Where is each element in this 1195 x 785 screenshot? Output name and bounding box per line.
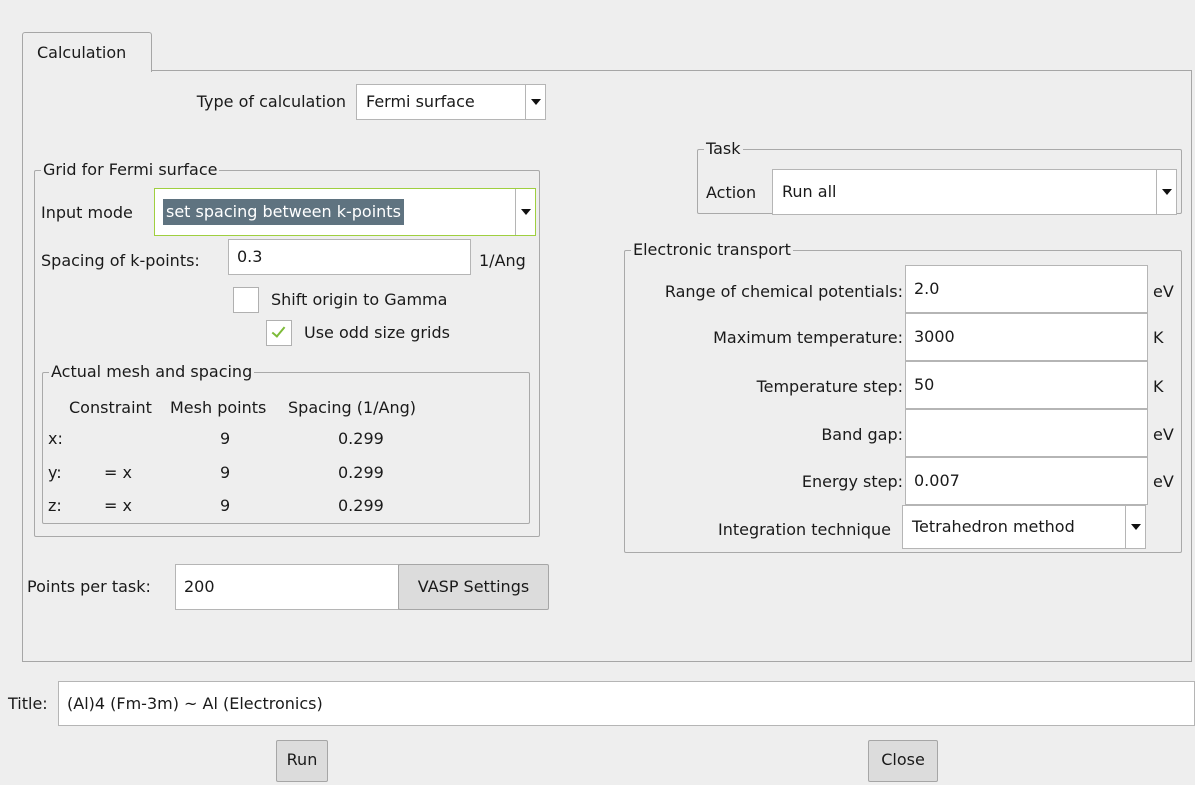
odd-grids-label: Use odd size grids xyxy=(304,323,450,342)
title-label: Title: xyxy=(8,694,48,713)
mesh-row-z-constraint: = x xyxy=(104,496,132,515)
checkmark-icon xyxy=(271,323,286,338)
mesh-legend: Actual mesh and spacing xyxy=(49,361,255,383)
points-per-task-input[interactable]: 200 xyxy=(175,564,399,610)
mesh-row-z-axis: z: xyxy=(48,496,62,515)
mesh-header-spacing: Spacing (1/Ang) xyxy=(288,398,417,417)
type-of-calculation-value: Fermi surface xyxy=(366,92,475,111)
chem-pot-input[interactable]: 2.0 xyxy=(905,265,1148,313)
tab-calculation[interactable]: Calculation xyxy=(22,32,152,72)
close-button[interactable]: Close xyxy=(868,740,938,782)
mesh-header-constraint: Constraint xyxy=(69,398,152,417)
band-gap-input[interactable] xyxy=(905,409,1148,457)
spacing-unit: 1/Ang xyxy=(479,251,526,270)
grid-fermi-surface-legend: Grid for Fermi surface xyxy=(41,159,220,181)
mesh-row-x-spacing: 0.299 xyxy=(338,429,384,448)
max-temp-label: Maximum temperature: xyxy=(713,328,903,347)
chem-pot-label: Range of chemical potentials: xyxy=(664,282,903,301)
electronic-transport-legend: Electronic transport xyxy=(631,239,793,261)
action-label: Action xyxy=(706,183,757,202)
mesh-row-x-axis: x: xyxy=(48,429,63,448)
mesh-row-z-spacing: 0.299 xyxy=(338,496,384,515)
points-per-task-label: Points per task: xyxy=(27,577,151,596)
input-mode-select[interactable]: set spacing between k-points xyxy=(154,188,536,236)
energy-step-unit: eV xyxy=(1153,472,1174,491)
integration-value: Tetrahedron method xyxy=(912,517,1075,536)
max-temp-input[interactable]: 3000 xyxy=(905,313,1148,361)
mesh-row-y-constraint: = x xyxy=(104,463,132,482)
temp-step-label: Temperature step: xyxy=(756,377,903,396)
temp-step-unit: K xyxy=(1153,377,1164,396)
mesh-row-y-spacing: 0.299 xyxy=(338,463,384,482)
type-of-calculation-label: Type of calculation xyxy=(196,92,346,111)
mesh-row-z-points: 9 xyxy=(220,496,231,515)
input-mode-label: Input mode xyxy=(41,203,133,222)
run-button[interactable]: Run xyxy=(276,740,328,782)
mesh-row-y-points: 9 xyxy=(220,463,231,482)
vasp-settings-button[interactable]: VASP Settings xyxy=(398,564,549,610)
chevron-down-icon[interactable] xyxy=(1125,506,1145,548)
energy-step-label: Energy step: xyxy=(801,472,903,491)
shift-origin-label: Shift origin to Gamma xyxy=(271,290,448,309)
type-of-calculation-select[interactable]: Fermi surface xyxy=(356,84,546,120)
mesh-row-y-axis: y: xyxy=(48,463,62,482)
input-mode-value: set spacing between k-points xyxy=(163,199,404,225)
chevron-down-icon[interactable] xyxy=(1156,170,1176,214)
action-value: Run all xyxy=(782,182,837,201)
shift-origin-checkbox[interactable] xyxy=(233,287,259,313)
mesh-row-x-points: 9 xyxy=(220,429,231,448)
energy-step-input[interactable]: 0.007 xyxy=(905,457,1148,505)
action-select[interactable]: Run all xyxy=(772,169,1177,215)
title-input[interactable]: (Al)4 (Fm-3m) ~ Al (Electronics) xyxy=(58,681,1195,726)
band-gap-label: Band gap: xyxy=(821,425,903,444)
chem-pot-unit: eV xyxy=(1153,282,1174,301)
spacing-input[interactable]: 0.3 xyxy=(228,239,471,275)
chevron-down-icon[interactable] xyxy=(525,85,545,119)
mesh-header-points: Mesh points xyxy=(170,398,267,417)
task-legend: Task xyxy=(704,138,743,160)
odd-grids-checkbox[interactable] xyxy=(266,320,292,346)
temp-step-input[interactable]: 50 xyxy=(905,361,1148,409)
spacing-label: Spacing of k-points: xyxy=(41,251,200,270)
integration-select[interactable]: Tetrahedron method xyxy=(902,505,1146,549)
max-temp-unit: K xyxy=(1153,328,1164,347)
integration-label: Integration technique xyxy=(717,520,891,539)
band-gap-unit: eV xyxy=(1153,425,1174,444)
tab-calculation-label: Calculation xyxy=(37,43,127,62)
chevron-down-icon[interactable] xyxy=(515,189,535,235)
